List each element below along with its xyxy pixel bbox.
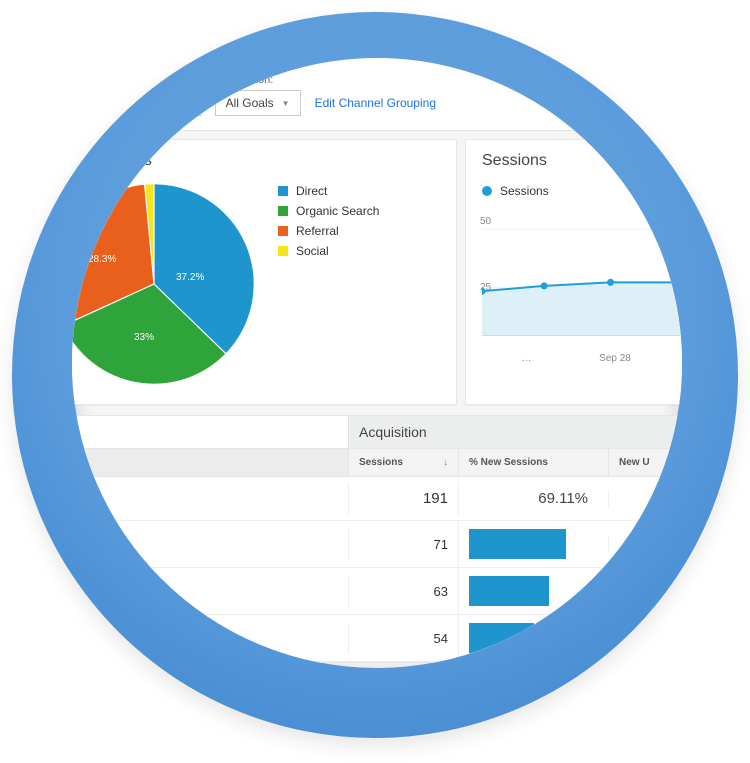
table-row: 1 Direct 71: [72, 521, 682, 568]
conversion-value: All Goals: [226, 96, 274, 110]
top-channels-title: Top Channels: [72, 152, 440, 170]
row-bar: [458, 615, 608, 661]
sessions-xtick: …: [482, 353, 571, 364]
legend-item: Social: [278, 244, 379, 258]
swatch-icon: [72, 539, 78, 549]
acquisition-table: Acquisition Sessions↓ % New Sessions New…: [72, 415, 682, 663]
line-chart-icon: [482, 210, 682, 360]
legend-label: Direct: [296, 184, 327, 198]
sessions-ytick: 25: [480, 282, 491, 293]
dimension-value: Channels: [123, 96, 174, 110]
swatch-icon: [72, 586, 78, 596]
row-sessions: 54: [348, 623, 458, 654]
analytics-viewport: sion: Channels ▼ Conversion: All Goals ▼…: [72, 58, 682, 668]
swatch-icon: [278, 246, 288, 256]
sessions-legend: Sessions: [482, 184, 682, 198]
col-new-users[interactable]: New U: [608, 449, 682, 476]
row-bar: [458, 568, 608, 614]
channel-link-direct[interactable]: Direct: [88, 537, 119, 551]
top-channels-pie: 37.2% 33% 28.3%: [72, 184, 254, 384]
swatch-icon: [278, 186, 288, 196]
conversion-select[interactable]: All Goals ▼: [215, 90, 301, 116]
dimension-label: sion:: [112, 74, 201, 86]
pie-label-organic: 33%: [134, 332, 154, 343]
sessions-legend-label: Sessions: [500, 184, 549, 198]
legend-label: Organic Search: [296, 204, 379, 218]
table-group-header: Acquisition: [72, 416, 682, 448]
sessions-xtick: Sep: [659, 353, 682, 364]
sessions-title: Sessions: [482, 152, 682, 170]
legend-item: Direct: [278, 184, 379, 198]
table-column-headers: Sessions↓ % New Sessions New U: [72, 448, 682, 477]
legend-item: Organic Search: [278, 204, 379, 218]
swatch-icon: [278, 206, 288, 216]
caret-down-icon: ▼: [282, 99, 290, 108]
edit-channel-grouping-link[interactable]: Edit Channel Grouping: [315, 96, 436, 116]
dot-icon: [482, 186, 492, 196]
col-pct-new-sessions[interactable]: % New Sessions: [458, 449, 608, 476]
col-sessions[interactable]: Sessions↓: [348, 449, 458, 476]
pie-label-direct: 37.2%: [176, 272, 204, 283]
legend-label: Social: [296, 244, 329, 258]
toolbar: sion: Channels ▼ Conversion: All Goals ▼…: [72, 58, 682, 131]
legend-label: Referral: [296, 224, 339, 238]
swatch-icon: [278, 226, 288, 236]
conversion-label: Conversion:: [215, 74, 301, 86]
top-channels-card: Top Channels: [72, 139, 457, 405]
pie-chart-icon: [72, 184, 254, 384]
sort-down-icon: ↓: [444, 457, 449, 467]
total-sessions: 191: [348, 482, 458, 516]
table-total-row: 191 69.11%: [72, 477, 682, 521]
table-row: Organic Search 63: [72, 568, 682, 615]
legend-item: Referral: [278, 224, 379, 238]
row-sessions: 63: [348, 576, 458, 607]
sessions-xtick: Sep 28: [571, 353, 660, 364]
dimension-select[interactable]: Channels ▼: [112, 90, 201, 116]
top-channels-legend: Direct Organic Search Referral Social: [278, 184, 379, 384]
acquisition-header: Acquisition: [348, 416, 682, 448]
row-sessions: 71: [348, 529, 458, 560]
channel-link-organic[interactable]: Organic Search: [88, 584, 171, 598]
sessions-card: Sessions Sessions 50 25: [465, 139, 682, 405]
sessions-line-chart: 50 25 …: [482, 210, 682, 360]
pie-label-referral: 28.3%: [88, 254, 116, 265]
sessions-ytick: 50: [480, 216, 491, 227]
table-row: 54: [72, 615, 682, 662]
total-pct-new: 69.11%: [458, 482, 608, 515]
caret-down-icon: ▼: [182, 99, 190, 108]
row-bar: [458, 521, 608, 567]
